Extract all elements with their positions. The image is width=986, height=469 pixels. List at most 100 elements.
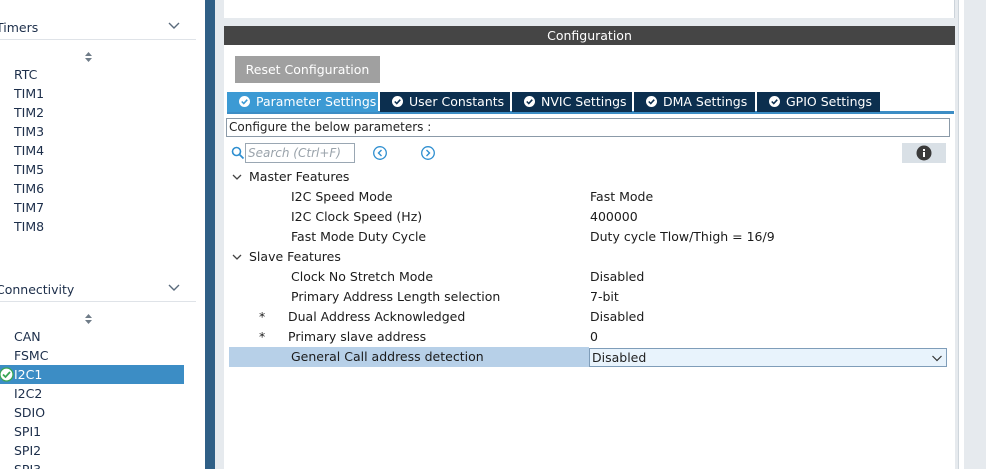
parameter-name: Clock No Stretch Mode [291,269,434,284]
parameter-tree: Master Features I2C Speed Mode Fast Mode I2… [224,167,955,367]
selected-value: Disabled [592,350,647,365]
sidebar-item-spi2[interactable]: SPI2 [0,441,184,460]
parameter-value-select[interactable]: Disabled [589,348,947,367]
sidebar-item-label: TIM5 [14,162,45,177]
reset-configuration-button[interactable]: Reset Configuration [235,56,380,83]
sort-icon[interactable] [84,51,93,63]
sidebar-item-sdio[interactable]: SDIO [0,403,184,422]
parameter-row[interactable]: I2C Clock Speed (Hz) 400000 [224,207,955,227]
parameter-name: Dual Address Acknowledged [288,309,466,324]
parameter-row[interactable]: * Primary slave address 0 [224,327,955,347]
tab-dma-settings[interactable]: DMA Settings [634,92,755,112]
category-divider [0,39,196,40]
category-divider [0,301,196,302]
sidebar-item-tim5[interactable]: TIM5 [0,160,184,179]
search-icon[interactable] [231,146,245,160]
tab-label: NVIC Settings [541,94,627,109]
sidebar-item-label: SPI3 [14,462,41,469]
parameter-row[interactable]: Clock No Stretch Mode Disabled [224,267,955,287]
sidebar-item-can[interactable]: CAN [0,327,184,346]
sidebar-item-spi3[interactable]: SPI3 [0,460,184,469]
parameter-name: General Call address detection [291,349,484,364]
caret-down-icon[interactable] [231,171,243,183]
tab-label: Parameter Settings [256,94,377,109]
parameter-value[interactable]: Disabled [590,267,644,287]
tab-gpio-settings[interactable]: GPIO Settings [757,92,880,112]
connectivity-list: CAN FSMC I2C1 I2C2 SDIO SPI1 SPI2 SPI3 [0,327,184,469]
parameter-row[interactable]: General Call address detection Disabled [224,347,955,367]
parameter-value[interactable]: Fast Mode [590,187,653,207]
sidebar-item-label: I2C1 [14,367,43,382]
sidebar-item-tim6[interactable]: TIM6 [0,179,184,198]
required-marker: * [259,329,266,344]
info-button[interactable] [902,143,946,163]
parameter-row[interactable]: Fast Mode Duty Cycle Duty cycle Tlow/Thig… [224,227,955,247]
splitter-bar[interactable] [205,0,215,469]
sidebar-item-label: FSMC [14,348,49,363]
sidebar-item-tim3[interactable]: TIM3 [0,122,184,141]
category-header-timers[interactable]: Timers [0,16,196,40]
sidebar-item-tim4[interactable]: TIM4 [0,141,184,160]
sidebar-item-label: TIM3 [14,124,45,139]
timers-list: RTC TIM1 TIM2 TIM3 TIM4 TIM5 TIM6 TIM7 TIM8 [0,65,184,236]
check-circle-icon [646,96,657,107]
parameter-value[interactable]: 7-bit [590,287,619,307]
sidebar-item-tim8[interactable]: TIM8 [0,217,184,236]
sidebar-item-fsmc[interactable]: FSMC [0,346,184,365]
tab-parameter-settings[interactable]: Parameter Settings [227,92,378,112]
dropdown-arrow-icon[interactable] [931,352,943,364]
parameter-value[interactable]: Disabled [590,307,644,327]
section-header[interactable]: Master Features [224,167,955,187]
tab-label: DMA Settings [663,94,748,109]
tab-nvic-settings[interactable]: NVIC Settings [512,92,632,112]
sidebar-item-label: TIM7 [14,200,45,215]
chevron-down-icon[interactable] [166,18,182,34]
caret-down-icon[interactable] [231,251,243,263]
check-circle-icon [239,96,250,107]
sidebar-item-label: I2C2 [14,386,43,401]
parameter-name: Fast Mode Duty Cycle [291,229,427,244]
search-input[interactable] [245,143,355,163]
configuration-panel: Reset Configuration Parameter Settings U… [224,45,955,469]
arrow-left-circle-icon[interactable] [372,145,388,161]
sidebar-item-tim1[interactable]: TIM1 [0,84,184,103]
parameter-row[interactable]: * Dual Address Acknowledged Disabled [224,307,955,327]
parameter-toolbar [224,143,955,165]
check-circle-icon [769,96,780,107]
check-circle-icon [524,96,535,107]
sort-icon[interactable] [84,313,93,325]
parameter-name: Primary Address Length selection [291,289,501,304]
parameter-value[interactable]: Duty cycle Tlow/Thigh = 16/9 [590,227,775,247]
sidebar-item-label: TIM6 [14,181,45,196]
sidebar-item-label: SPI1 [14,424,42,439]
section-label: Slave Features [249,249,341,264]
parameters-description: Configure the below parameters : [226,118,950,137]
scrollbar-track[interactable] [958,0,964,469]
category-header-connectivity[interactable]: Connectivity [0,278,196,302]
arrow-right-circle-icon[interactable] [420,145,436,161]
info-icon [916,145,932,161]
parameter-row[interactable]: Primary Address Length selection 7-bit [224,287,955,307]
sidebar-item-label: TIM1 [14,86,45,101]
sidebar-item-tim2[interactable]: TIM2 [0,103,184,122]
sidebar-item-rtc[interactable]: RTC [0,65,184,84]
chevron-down-icon[interactable] [166,280,182,296]
parameter-row[interactable]: I2C Speed Mode Fast Mode [224,187,955,207]
sidebar-item-tim7[interactable]: TIM7 [0,198,184,217]
parameter-value[interactable]: 400000 [590,207,638,227]
configuration-header: Configuration [224,26,955,45]
sidebar-item-spi1[interactable]: SPI1 [0,422,184,441]
sidebar-item-i2c2[interactable]: I2C2 [0,384,184,403]
sidebar-item-i2c1[interactable]: I2C1 [0,365,184,384]
category-label-timers: Timers [0,20,39,35]
parameter-name: I2C Clock Speed (Hz) [291,209,423,224]
category-label-connectivity: Connectivity [0,282,75,297]
parameter-value[interactable]: 0 [590,327,598,347]
sidebar-item-label: SDIO [14,405,46,420]
config-tabs: Parameter Settings User Constants NVIC S… [227,92,954,114]
sidebar-item-label: TIM2 [14,105,45,120]
section-header[interactable]: Slave Features [224,247,955,267]
tab-user-constants[interactable]: User Constants [380,92,510,112]
check-circle-icon [0,367,14,382]
parameter-name: I2C Speed Mode [291,189,393,204]
